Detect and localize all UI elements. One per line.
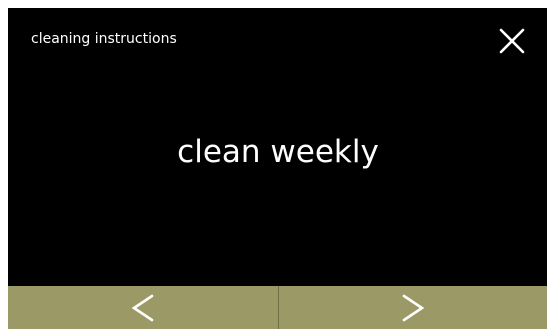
- previous-button[interactable]: [8, 286, 279, 329]
- instruction-screen: cleaning instructions clean weekly: [8, 8, 547, 329]
- chevron-left-icon: [130, 293, 156, 323]
- next-button[interactable]: [278, 286, 547, 329]
- navigation-bar: [8, 286, 547, 329]
- chevron-right-icon: [400, 293, 426, 323]
- close-button[interactable]: [498, 27, 526, 55]
- screen-title: cleaning instructions: [31, 31, 177, 47]
- instruction-message: clean weekly: [177, 134, 379, 170]
- close-icon: [499, 28, 525, 54]
